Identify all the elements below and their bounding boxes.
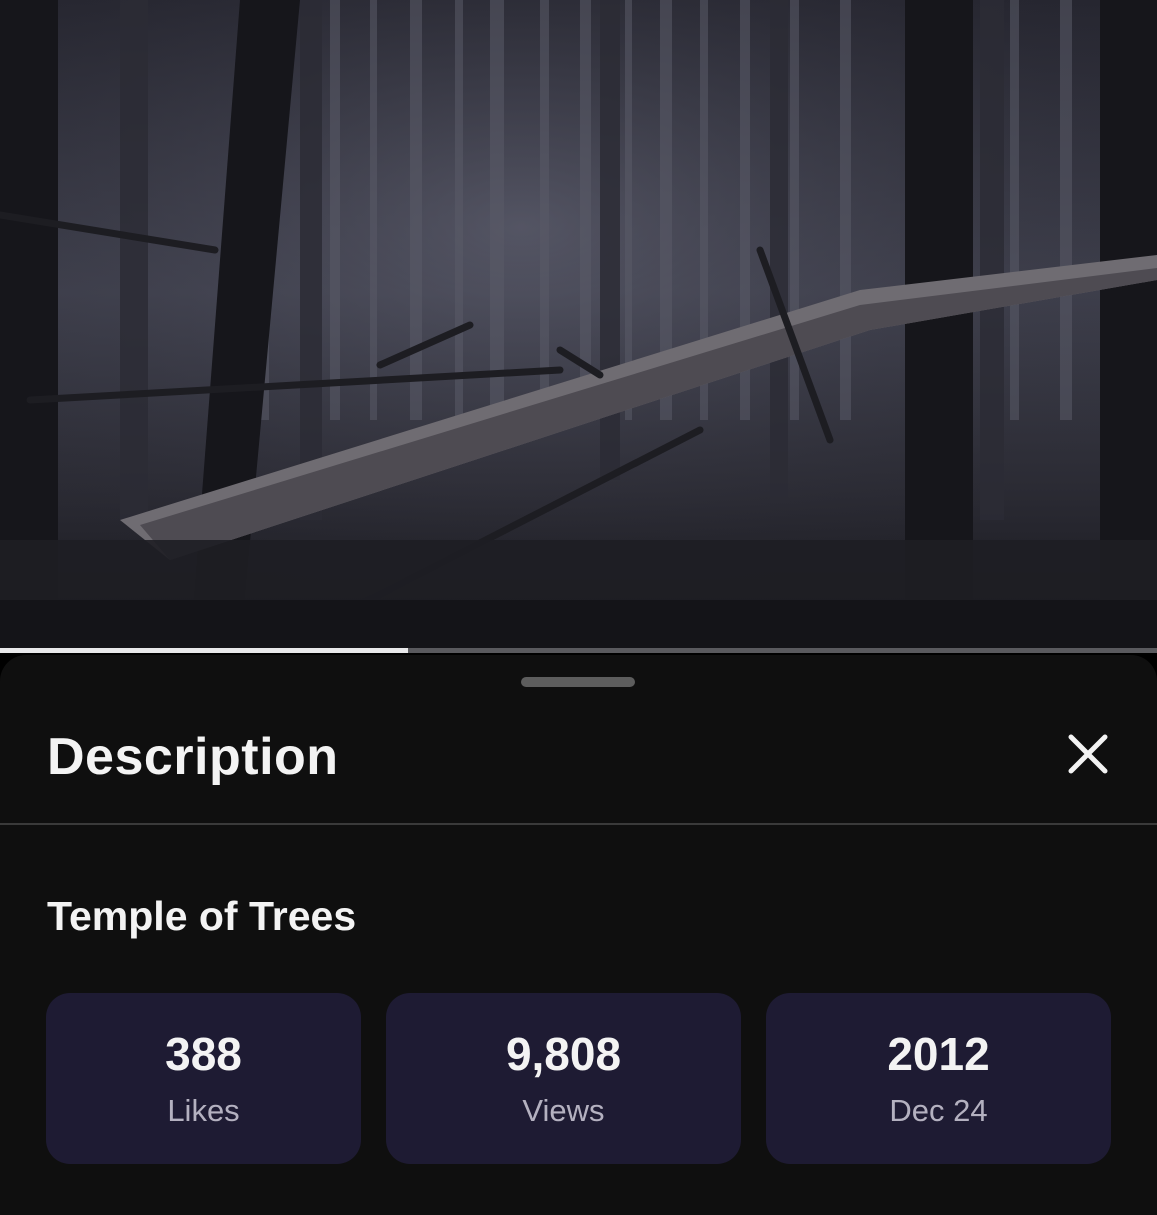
- publish-year: 2012: [887, 1028, 990, 1080]
- forest-video-frame: [0, 0, 1157, 650]
- views-stat-card[interactable]: 9,808 Views: [386, 993, 741, 1164]
- publish-date: Dec 24: [889, 1093, 988, 1128]
- close-icon: [1068, 734, 1108, 774]
- likes-count: 388: [165, 1028, 242, 1080]
- views-count: 9,808: [505, 1028, 622, 1080]
- video-progress-bar[interactable]: [0, 648, 1157, 653]
- close-button[interactable]: [1058, 727, 1118, 787]
- video-progress-fill: [0, 648, 409, 653]
- likes-stat-card[interactable]: 388 Likes: [46, 993, 361, 1164]
- header-divider: [0, 823, 1157, 825]
- video-player[interactable]: [0, 0, 1157, 650]
- date-stat-card[interactable]: 2012 Dec 24: [766, 993, 1111, 1164]
- panel-title: Description: [47, 728, 339, 786]
- video-title: Temple of Trees: [47, 893, 357, 939]
- drag-handle[interactable]: [521, 677, 635, 687]
- description-sheet: Description Temple of Trees 388 Likes 9,…: [0, 655, 1157, 1215]
- views-label: Views: [522, 1093, 605, 1128]
- likes-label: Likes: [167, 1093, 240, 1128]
